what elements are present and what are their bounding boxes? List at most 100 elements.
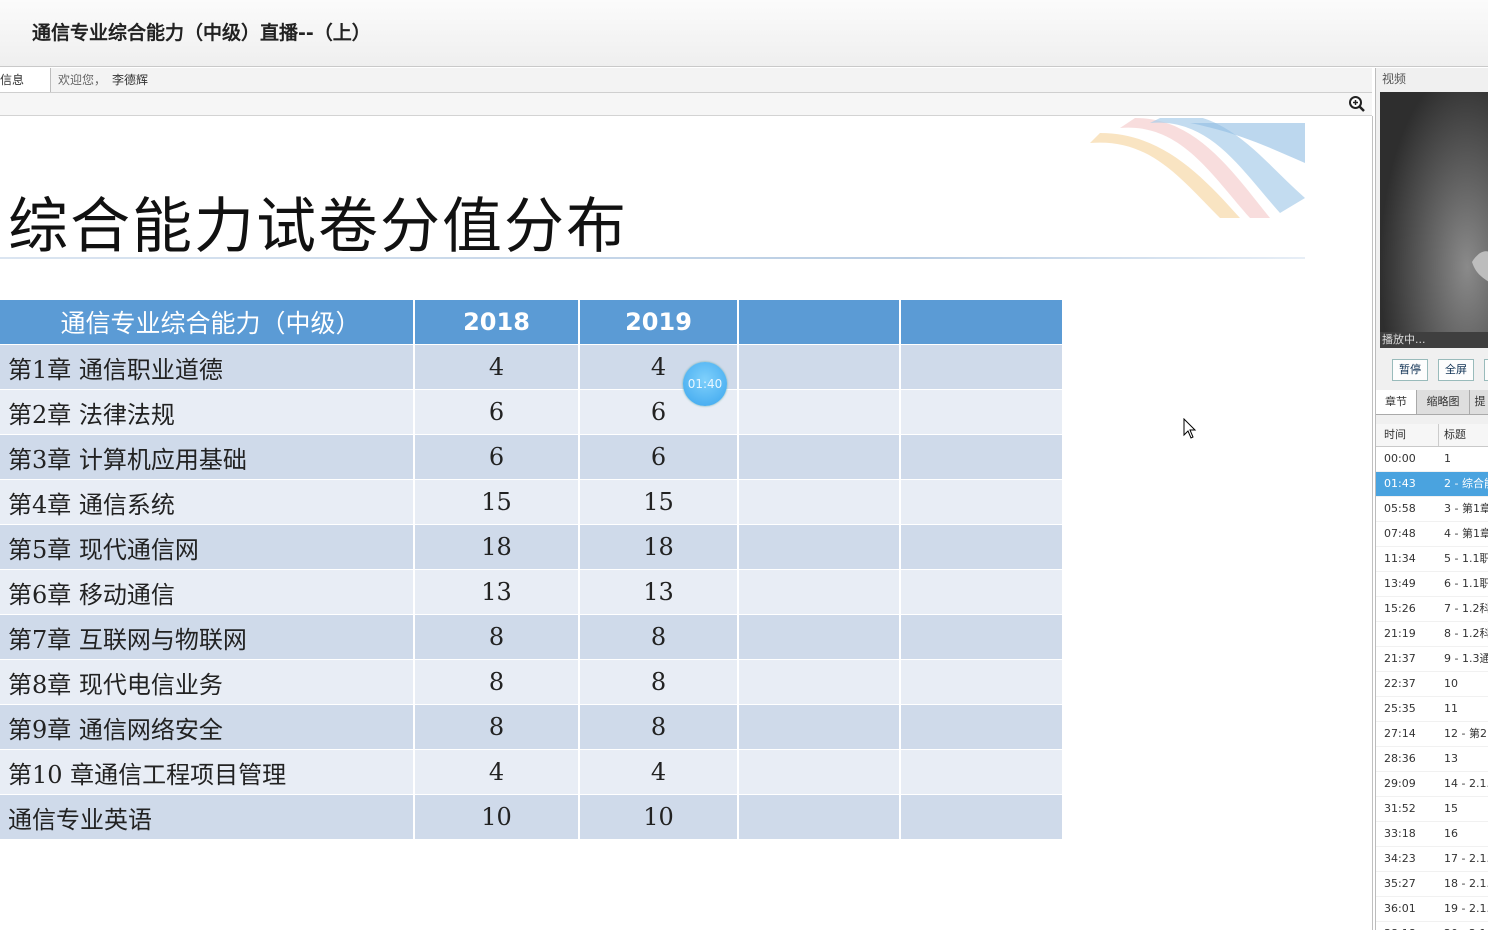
chapter-list-item[interactable]: 25:35 11 — [1376, 697, 1488, 722]
empty-cell — [738, 344, 901, 390]
chapter-list-item[interactable]: 34:23 17 - 2.1. — [1376, 847, 1488, 872]
chapter-time: 21:37 — [1384, 652, 1416, 665]
course-title: 通信专业综合能力（中级）直播--（上） — [32, 22, 371, 44]
score-2018-cell: 6 — [414, 389, 580, 435]
table-row: 第5章 现代通信网 18 18 — [0, 524, 1064, 570]
score-2018-cell: 8 — [414, 614, 580, 660]
tab-chapters[interactable]: 章节 — [1376, 390, 1417, 414]
empty-cell — [900, 389, 1064, 435]
chapter-time: 29:09 — [1384, 777, 1416, 790]
chapter-list-header: 时间 标题 — [1376, 424, 1488, 447]
chapter-list-item[interactable]: 29:09 14 - 2.1. — [1376, 772, 1488, 797]
chapter-title: 20 - 2.1. — [1444, 922, 1488, 930]
chapter-list-item[interactable]: 35:27 18 - 2.1. — [1376, 872, 1488, 897]
chapter-list-item[interactable]: 36:01 19 - 2.1. — [1376, 897, 1488, 922]
chapter-cell: 第3章 计算机应用基础 — [0, 434, 415, 480]
chapter-list-item[interactable]: 00:00 1 — [1376, 447, 1488, 472]
table-row: 第8章 现代电信业务 8 8 — [0, 659, 1064, 705]
chapter-list-item[interactable]: 13:49 6 - 1.1职 — [1376, 572, 1488, 597]
chapter-title: 16 — [1444, 827, 1458, 840]
empty-cell — [738, 614, 901, 660]
chapter-title: 11 — [1444, 702, 1458, 715]
empty-cell — [738, 389, 901, 435]
table-row: 第10 章通信工程项目管理 4 4 — [0, 749, 1064, 795]
chapter-list-item[interactable]: 38:18 20 - 2.1. — [1376, 922, 1488, 930]
title-bar: 通信专业综合能力（中级）直播--（上） — [0, 0, 1488, 67]
score-2018-cell: 15 — [414, 479, 580, 525]
pause-button[interactable]: 暂停 — [1392, 359, 1428, 381]
chapter-title: 8 - 1.2科 — [1444, 627, 1488, 640]
chapter-time: 33:18 — [1384, 827, 1416, 840]
chapter-time: 15:26 — [1384, 602, 1416, 615]
chapter-cell: 第2章 法律法规 — [0, 389, 415, 435]
chapter-list-item[interactable]: 11:34 5 - 1.1职 — [1376, 547, 1488, 572]
chapter-title: 2 - 综合能 — [1444, 477, 1488, 490]
chapter-list-item[interactable]: 21:37 9 - 1.3通 — [1376, 647, 1488, 672]
chapter-list-item[interactable]: 31:52 15 — [1376, 797, 1488, 822]
video-player[interactable] — [1380, 92, 1488, 342]
chapter-list-item[interactable]: 15:26 7 - 1.2科 — [1376, 597, 1488, 622]
chapter-title: 19 - 2.1. — [1444, 902, 1488, 915]
panel-tabs: 章节 缩略图 提 — [1376, 390, 1488, 415]
chapter-title: 12 - 第2 — [1444, 727, 1487, 740]
tab-questions[interactable]: 提 — [1470, 390, 1488, 414]
score-2019-cell: 8 — [579, 614, 739, 660]
table-row: 第6章 移动通信 13 13 — [0, 569, 1064, 615]
slide-toolbar — [0, 93, 1372, 116]
chapter-list: 00:00 1 01:43 2 - 综合能 05:58 3 - 第1章 07:48 4 - 第… — [1376, 447, 1488, 930]
empty-cell — [738, 569, 901, 615]
empty-cell — [738, 479, 901, 525]
score-2018-cell: 13 — [414, 569, 580, 615]
empty-cell — [738, 524, 901, 570]
tab-info[interactable]: 信息 — [0, 68, 51, 92]
header-cell — [738, 300, 901, 345]
empty-cell — [900, 434, 1064, 480]
chapter-list-item[interactable]: 01:43 2 - 综合能 — [1376, 472, 1488, 497]
chapter-time: 00:00 — [1384, 452, 1416, 465]
panel-title: 视频 — [1382, 72, 1407, 86]
chapter-cell: 第10 章通信工程项目管理 — [0, 749, 415, 795]
chapter-time: 21:19 — [1384, 627, 1416, 640]
title-column-header[interactable]: 标题 — [1444, 424, 1466, 446]
chapter-time: 31:52 — [1384, 802, 1416, 815]
table-row: 第9章 通信网络安全 8 8 — [0, 704, 1064, 750]
empty-cell — [900, 614, 1064, 660]
timer-badge: 01:40 — [683, 362, 727, 406]
chapter-list-item[interactable]: 22:37 10 — [1376, 672, 1488, 697]
chapter-title: 9 - 1.3通 — [1444, 652, 1488, 665]
chapter-list-item[interactable]: 27:14 12 - 第2 — [1376, 722, 1488, 747]
chapter-time: 11:34 — [1384, 552, 1416, 565]
slide-heading: 综合能力试卷分值分布 — [8, 192, 628, 262]
chapter-title: 17 - 2.1. — [1444, 852, 1488, 865]
table-row: 第4章 通信系统 15 15 — [0, 479, 1064, 525]
mouse-cursor-icon — [1183, 418, 1197, 439]
time-column-header[interactable]: 时间 — [1384, 424, 1406, 446]
chapter-time: 28:36 — [1384, 752, 1416, 765]
chapter-title: 18 - 2.1. — [1444, 877, 1488, 890]
tab-thumbnails[interactable]: 缩略图 — [1417, 390, 1470, 414]
fullscreen-button[interactable]: 全屏 — [1438, 359, 1474, 381]
chapter-title: 5 - 1.1职 — [1444, 552, 1488, 565]
zoom-in-icon[interactable] — [1348, 95, 1366, 113]
chapter-time: 36:01 — [1384, 902, 1416, 915]
chapter-time: 05:58 — [1384, 502, 1416, 515]
chapter-title: 4 - 第1章 — [1444, 527, 1488, 540]
header-cell: 2018 — [414, 300, 580, 345]
chapter-cell: 第5章 现代通信网 — [0, 524, 415, 570]
video-frame-icon — [1380, 92, 1488, 342]
chapter-cell: 第8章 现代电信业务 — [0, 659, 415, 705]
table-row: 第3章 计算机应用基础 6 6 — [0, 434, 1064, 480]
score-2019-cell: 8 — [579, 659, 739, 705]
chapter-list-item[interactable]: 28:36 13 — [1376, 747, 1488, 772]
extra-button[interactable] — [1484, 359, 1488, 381]
chapter-list-item[interactable]: 05:58 3 - 第1章 — [1376, 497, 1488, 522]
chapter-list-item[interactable]: 33:18 16 — [1376, 822, 1488, 847]
empty-cell — [900, 794, 1064, 840]
chapter-list-item[interactable]: 21:19 8 - 1.2科 — [1376, 622, 1488, 647]
score-2018-cell: 18 — [414, 524, 580, 570]
chapter-cell: 第4章 通信系统 — [0, 479, 415, 525]
chapter-list-item[interactable]: 07:48 4 - 第1章 — [1376, 522, 1488, 547]
chapter-time: 13:49 — [1384, 577, 1416, 590]
header-cell: 通信专业综合能力（中级） — [0, 300, 415, 345]
table-row: 第7章 互联网与物联网 8 8 — [0, 614, 1064, 660]
